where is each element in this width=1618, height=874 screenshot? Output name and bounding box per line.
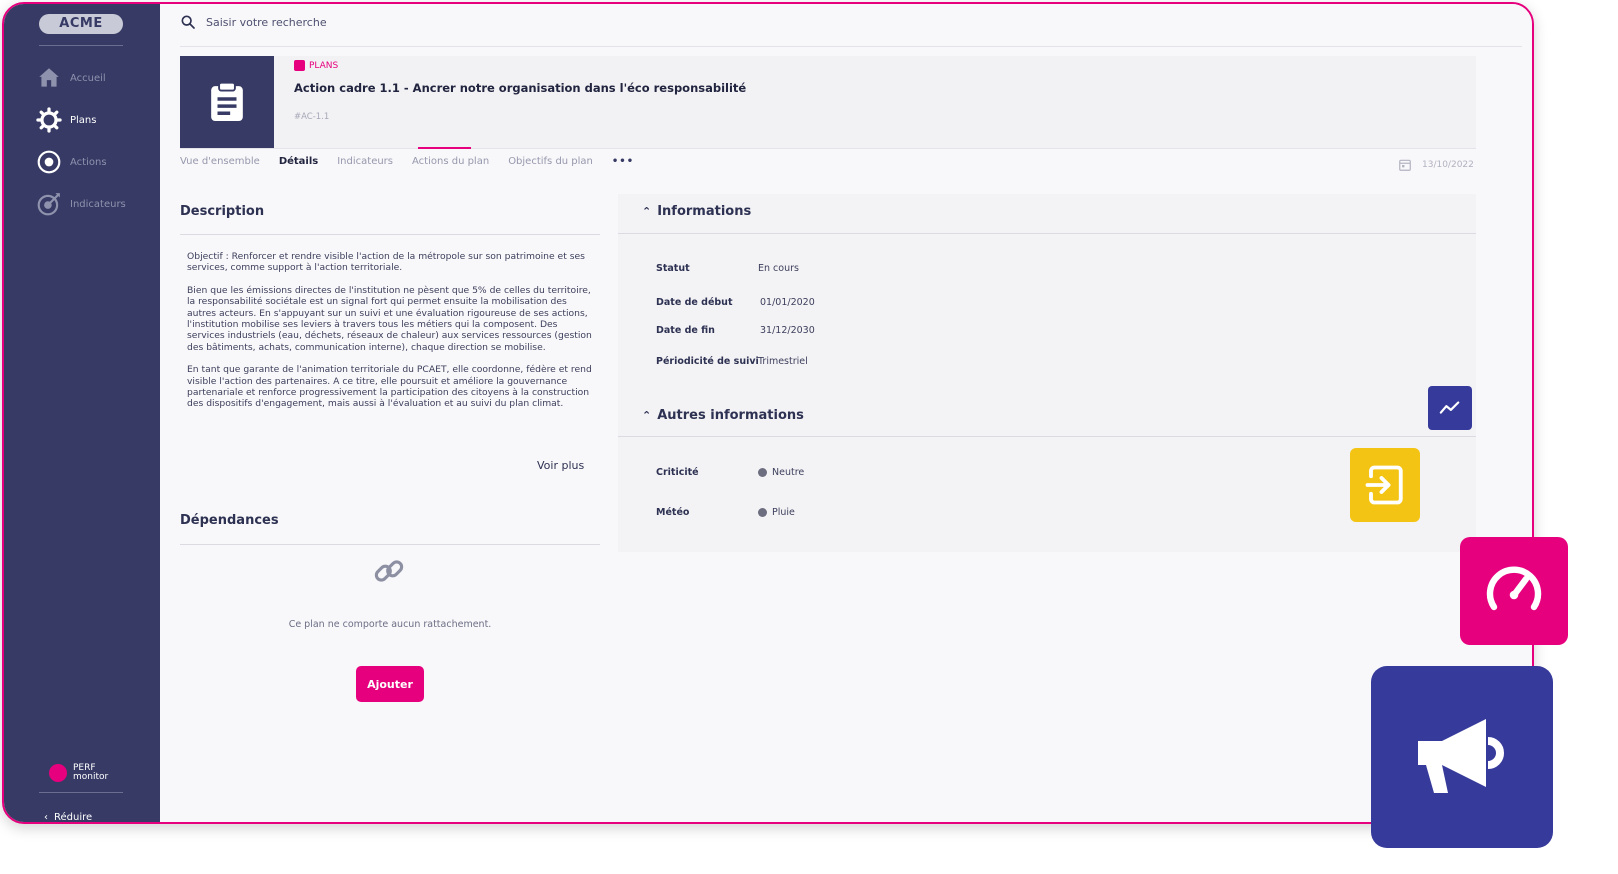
- perf-monitor-logo: PERF monitor: [49, 764, 108, 782]
- sidebar-divider: [39, 792, 123, 793]
- field-value-criticite: Neutre: [758, 467, 804, 478]
- field-label-date-fin: Date de fin: [656, 325, 715, 336]
- page-title: Action cadre 1.1 - Ancrer notre organisa…: [294, 81, 747, 95]
- sidebar-item-actions[interactable]: Actions: [36, 148, 107, 176]
- search-bar[interactable]: Saisir votre recherche: [180, 14, 327, 30]
- plan-header: PLANS Action cadre 1.1 - Ancrer notre or…: [180, 56, 1476, 148]
- target-icon: [37, 150, 61, 174]
- field-label-criticite: Criticité: [656, 467, 699, 478]
- see-more-link[interactable]: Voir plus: [537, 459, 584, 472]
- end-date-value: 31/12/2030: [760, 325, 815, 336]
- sidebar-item-plans[interactable]: Plans: [36, 106, 96, 134]
- field-value-meteo: Pluie: [758, 507, 795, 518]
- description-paragraph: En tant que garante de l'animation terri…: [187, 364, 592, 410]
- divider: [180, 46, 1522, 47]
- field-label-meteo: Météo: [656, 507, 690, 518]
- description-paragraph: Objectif : Renforcer et rendre visible l…: [187, 251, 585, 274]
- status-value: En cours: [758, 263, 799, 274]
- tab-indicateurs[interactable]: Indicateurs: [337, 156, 393, 167]
- tab-vue-ensemble[interactable]: Vue d'ensemble: [180, 156, 260, 167]
- plan-type-badge: PLANS: [294, 60, 338, 71]
- brand-line-2: monitor: [73, 772, 109, 782]
- plan-type-label: PLANS: [309, 60, 339, 71]
- sidebar-item-label: Accueil: [70, 72, 106, 84]
- sidebar-item-indicateurs[interactable]: Indicateurs: [36, 190, 126, 218]
- weather-value: Pluie: [772, 507, 795, 518]
- tab-details[interactable]: Détails: [279, 156, 318, 167]
- sidebar-item-label: Indicateurs: [70, 198, 126, 210]
- reduce-sidebar-button[interactable]: ‹ Réduire: [44, 812, 93, 823]
- field-label-statut: Statut: [656, 263, 690, 274]
- megaphone-icon: [1418, 719, 1504, 793]
- acme-logo[interactable]: ACME: [39, 14, 123, 34]
- link-icon: [374, 560, 404, 582]
- divider: [618, 233, 1476, 234]
- informations-panel: ⌃ Informations Statut En cours Date de d…: [618, 194, 1476, 552]
- status-dot-icon: [758, 508, 767, 517]
- trend-line-icon: [1439, 401, 1460, 414]
- informations-section-toggle[interactable]: ⌃ Informations: [642, 204, 751, 219]
- divider: [180, 234, 600, 235]
- speedometer-icon: [1486, 566, 1542, 611]
- plan-thumbnail: [180, 56, 274, 148]
- field-label-date-debut: Date de début: [656, 297, 733, 308]
- sidebar-item-accueil[interactable]: Accueil: [36, 64, 106, 92]
- sidebar-divider: [39, 45, 123, 46]
- perf-monitor-mark: [49, 764, 67, 782]
- description-text: Objectif : Renforcer et rendre visible l…: [187, 251, 595, 421]
- chevron-up-icon: ⌃: [642, 409, 652, 422]
- main-content: Saisir votre recherche PLANS Action cadr…: [160, 4, 1532, 822]
- tab-bar: Vue d'ensemble Détails Indicateurs Actio…: [180, 156, 634, 167]
- login-card[interactable]: [1350, 448, 1420, 522]
- search-icon: [181, 15, 195, 29]
- add-dependency-button[interactable]: Ajouter: [356, 666, 424, 702]
- sidebar: ACME Accueil Plans Actions Indicateurs P…: [4, 4, 160, 822]
- description-paragraph: Bien que les émissions directes de l'ins…: [187, 284, 592, 353]
- sign-in-icon: [1365, 465, 1403, 505]
- empty-state-text: Ce plan ne comporte aucun rattachement.: [288, 619, 492, 630]
- date-value: 13/10/2022: [1422, 160, 1474, 170]
- tab-actions-du-plan[interactable]: Actions du plan: [412, 156, 489, 167]
- description-heading: Description: [180, 204, 265, 219]
- home-icon: [39, 68, 59, 87]
- search-input[interactable]: Saisir votre recherche: [206, 16, 327, 29]
- status-dot-icon: [758, 468, 767, 477]
- divider: [180, 544, 600, 545]
- start-date-value: 01/01/2020: [760, 297, 815, 308]
- more-tabs-icon[interactable]: •••: [612, 156, 634, 167]
- plan-reference: #AC-1.1: [294, 112, 330, 122]
- sidebar-item-label: Actions: [70, 156, 107, 168]
- field-value-periodicite: Trimestriel: [758, 356, 808, 367]
- tab-objectifs-du-plan[interactable]: Objectifs du plan: [508, 156, 593, 167]
- field-value-date-fin: 31/12/2030: [760, 325, 815, 336]
- informations-heading: Informations: [657, 204, 752, 219]
- calendar-icon: [1399, 159, 1411, 171]
- clipboard-icon: [211, 81, 243, 121]
- chevron-left-icon: ‹: [44, 812, 48, 823]
- field-value-date-debut: 01/01/2020: [760, 297, 815, 308]
- other-info-heading: Autres informations: [657, 408, 804, 423]
- app-window: ACME Accueil Plans Actions Indicateurs P…: [2, 2, 1534, 824]
- clipboard-icon: [294, 60, 305, 71]
- other-info-section-toggle[interactable]: ⌃ Autres informations: [642, 408, 804, 423]
- criticity-value: Neutre: [772, 467, 805, 478]
- periodicity-value: Trimestriel: [758, 356, 808, 367]
- dependencies-heading: Dépendances: [180, 513, 279, 528]
- field-label-periodicite: Périodicité de suivi: [656, 356, 759, 367]
- reduce-label: Réduire: [54, 812, 93, 823]
- announcement-card[interactable]: [1371, 666, 1553, 848]
- gear-icon: [36, 107, 62, 133]
- plan-date: 13/10/2022: [1398, 158, 1474, 172]
- chevron-up-icon: ⌃: [642, 205, 652, 218]
- tab-bar-divider: [180, 148, 1476, 149]
- performance-card[interactable]: [1460, 537, 1568, 645]
- sidebar-item-label: Plans: [70, 114, 97, 126]
- dart-icon: [37, 193, 60, 216]
- active-tab-indicator: [418, 147, 471, 149]
- divider: [618, 436, 1476, 437]
- field-value-statut: En cours: [758, 263, 799, 274]
- trend-chart-button[interactable]: [1428, 386, 1472, 430]
